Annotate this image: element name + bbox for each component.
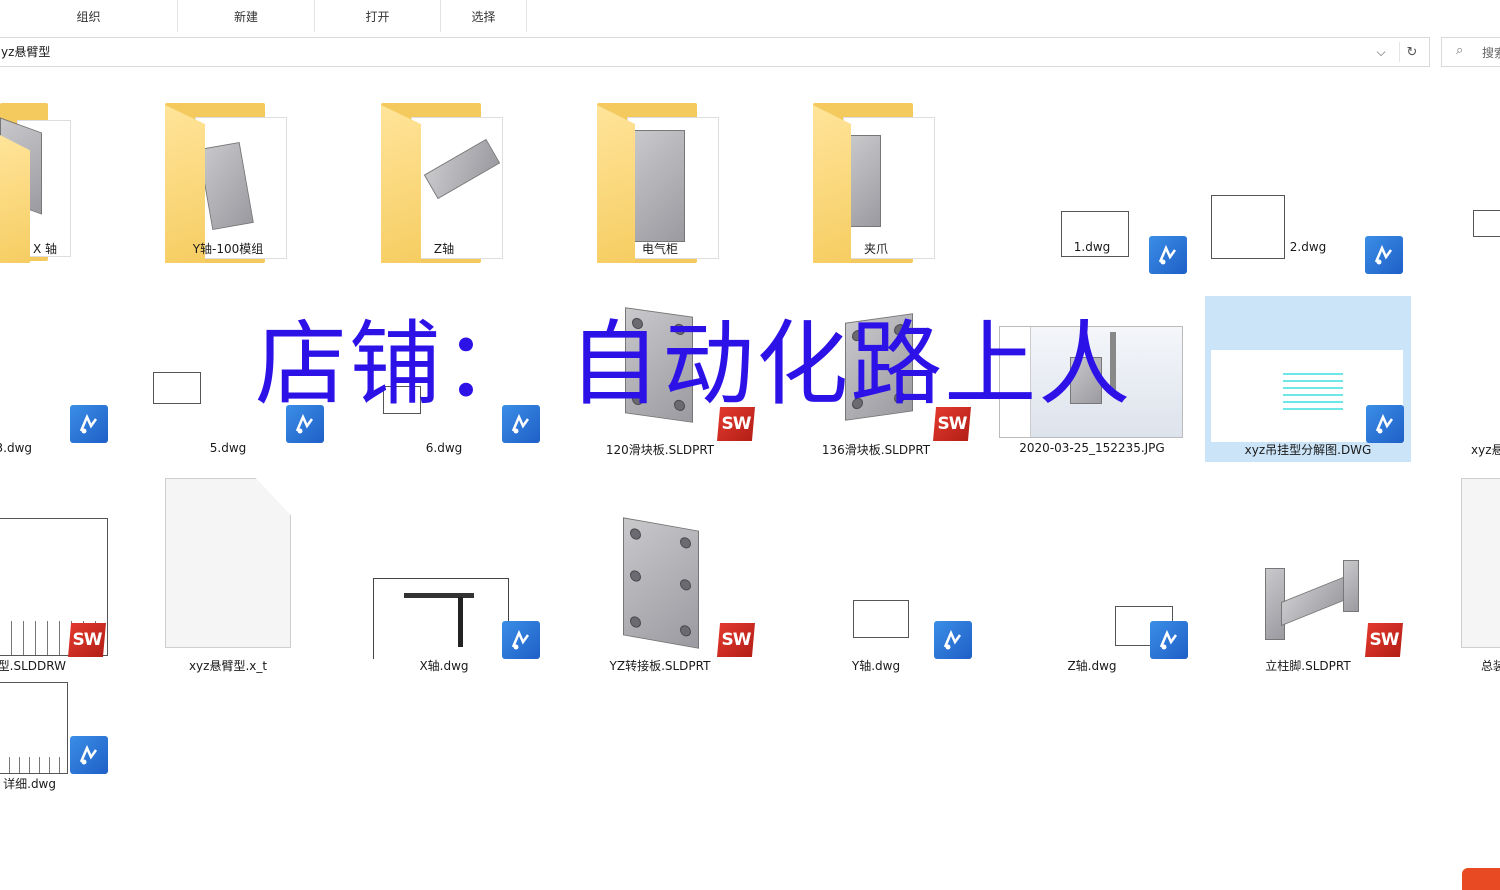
ribbon-group-open[interactable]: 打开 bbox=[315, 0, 441, 32]
folder-item[interactable]: 夹爪 bbox=[773, 95, 979, 263]
file-name: 夹爪 bbox=[863, 242, 888, 256]
file-item[interactable] bbox=[1421, 95, 1500, 261]
app-logo-icon[interactable] bbox=[1462, 868, 1500, 890]
file-name: 6.dwg bbox=[425, 441, 463, 455]
file-name: 120滑块板.SLDPRT bbox=[605, 443, 715, 457]
file-name: 5.dwg bbox=[209, 441, 247, 455]
address-bar[interactable]: yz悬臂型 ⌵ ↻ bbox=[0, 37, 1430, 67]
ribbon-group-new[interactable]: 新建 bbox=[178, 0, 315, 32]
folder-item[interactable]: Y轴-100模组 bbox=[125, 95, 331, 263]
file-name: xyz吊挂型分解图.DWG bbox=[1244, 443, 1372, 457]
search-input[interactable]: ⌕ 搜索 bbox=[1441, 37, 1500, 67]
file-item[interactable]: xyz悬 bbox=[1421, 296, 1500, 462]
file-item-selected[interactable]: xyz吊挂型分解图.DWG bbox=[1205, 296, 1411, 462]
dwg-file-icon bbox=[70, 405, 108, 443]
dwg-file-icon bbox=[502, 621, 540, 659]
solidworks-icon: SW bbox=[1365, 623, 1403, 657]
file-name: 3.dwg bbox=[0, 441, 32, 455]
file-name: 2020-03-25_152235.JPG bbox=[1019, 441, 1165, 455]
file-name: Z轴 bbox=[433, 242, 455, 256]
refresh-icon[interactable]: ↻ bbox=[1399, 42, 1424, 62]
file-item[interactable]: X轴.dwg bbox=[341, 512, 547, 678]
file-name: 总装 bbox=[1481, 659, 1500, 673]
chevron-down-icon[interactable]: ⌵ bbox=[1371, 42, 1391, 62]
file-item[interactable]: 总装 bbox=[1421, 478, 1500, 678]
file-item[interactable]: SW YZ转接板.SLDPRT bbox=[557, 512, 763, 678]
ribbon: 组织 新建 打开 选择 bbox=[0, 0, 1500, 32]
file-name: xyz悬臂型.x_t bbox=[188, 659, 268, 673]
dwg-file-icon bbox=[286, 405, 324, 443]
dwg-file-icon bbox=[1366, 405, 1404, 443]
dwg-file-icon bbox=[934, 621, 972, 659]
file-name: X轴.dwg bbox=[419, 659, 469, 673]
solidworks-icon: SW bbox=[717, 407, 755, 441]
file-item[interactable]: SW 136滑块板.SLDPRT bbox=[773, 296, 979, 462]
file-item[interactable]: 详细.dwg bbox=[0, 634, 148, 800]
file-item[interactable]: xyz悬臂型.x_t bbox=[125, 478, 331, 678]
ribbon-group-select[interactable]: 选择 bbox=[441, 0, 527, 32]
search-icon: ⌕ bbox=[1456, 43, 1464, 58]
file-item[interactable]: 6.dwg bbox=[341, 296, 547, 462]
file-name: 136滑块板.SLDPRT bbox=[821, 443, 931, 457]
file-item[interactable]: SW 120滑块板.SLDPRT bbox=[557, 296, 763, 462]
search-placeholder: 搜索 bbox=[1482, 46, 1500, 60]
file-item[interactable]: 5.dwg bbox=[125, 296, 331, 462]
file-name: 2.dwg bbox=[1289, 240, 1327, 254]
file-item[interactable]: 2020-03-25_152235.JPG bbox=[989, 296, 1195, 462]
file-item[interactable]: Z轴.dwg bbox=[989, 512, 1195, 678]
file-name: Y轴-100模组 bbox=[192, 242, 264, 256]
solidworks-icon: SW bbox=[933, 407, 971, 441]
file-name: 1.dwg bbox=[1073, 240, 1111, 254]
dwg-file-icon bbox=[502, 405, 540, 443]
solidworks-icon: SW bbox=[717, 623, 755, 657]
file-name: YZ转接板.SLDPRT bbox=[609, 659, 711, 673]
file-item[interactable]: SW 立柱脚.SLDPRT bbox=[1205, 512, 1411, 678]
file-item[interactable]: 2.dwg bbox=[1205, 95, 1411, 274]
dwg-file-icon bbox=[1150, 621, 1188, 659]
file-name: Z轴.dwg bbox=[1067, 659, 1117, 673]
ribbon-group-organize[interactable]: 组织 bbox=[0, 0, 178, 32]
address-path[interactable]: yz悬臂型 bbox=[1, 43, 50, 60]
file-name: 电气柜 bbox=[641, 242, 678, 256]
file-item[interactable]: 1.dwg bbox=[989, 95, 1195, 274]
dwg-file-icon bbox=[70, 736, 108, 774]
file-name: 详细.dwg bbox=[3, 777, 56, 791]
folder-item[interactable]: 电气柜 bbox=[557, 95, 763, 263]
file-name: 立柱脚.SLDPRT bbox=[1265, 659, 1351, 673]
folder-item[interactable]: Z轴 bbox=[341, 95, 547, 263]
file-name: Y轴.dwg bbox=[851, 659, 901, 673]
file-name: xyz悬 bbox=[1471, 443, 1500, 457]
file-item[interactable]: Y轴.dwg bbox=[773, 512, 979, 678]
